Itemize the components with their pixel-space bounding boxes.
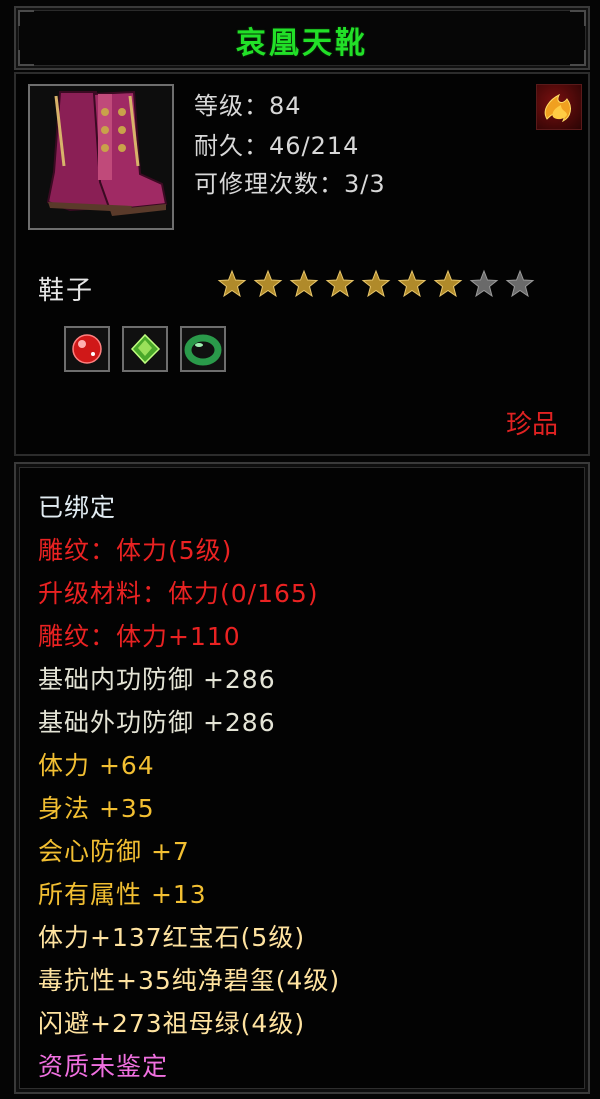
star-filled-icon	[325, 269, 355, 298]
stat-crit-defense: 会心防御 +7	[38, 837, 190, 866]
gem-bonus-tourmaline: 毒抗性+35纯净碧玺(4级)	[38, 966, 341, 995]
item-tooltip: 哀凰天靴 等级：84 耐久：46/214 可修理次数：3/3 鞋子 珍品 已绑定…	[0, 0, 600, 1099]
item-name: 哀凰天靴	[236, 26, 368, 61]
gem-slots	[64, 326, 226, 372]
star-empty-icon	[505, 269, 535, 298]
item-level: 等级：84	[194, 92, 302, 120]
star-rating	[216, 268, 536, 300]
engraving-line: 雕纹：体力(5级)	[38, 536, 233, 565]
base-inner-defense: 基础内功防御 +286	[38, 665, 276, 694]
jade-ring-icon[interactable]	[180, 326, 226, 372]
engraving-bonus: 雕纹：体力+110	[38, 622, 241, 651]
title-bar: 哀凰天靴	[14, 6, 590, 70]
green-gem-icon[interactable]	[122, 326, 168, 372]
star-filled-icon	[289, 269, 319, 298]
base-outer-defense: 基础外功防御 +286	[38, 708, 276, 737]
star-empty-icon	[469, 269, 499, 298]
gem-bonus-ruby: 体力+137红宝石(5级)	[38, 923, 306, 952]
stat-agility: 身法 +35	[38, 794, 155, 823]
star-filled-icon	[217, 269, 247, 298]
attributes-panel: 已绑定 雕纹：体力(5级) 升级材料：体力(0/165) 雕纹：体力+110 基…	[14, 462, 590, 1094]
bound-status: 已绑定	[38, 493, 117, 522]
star-filled-icon	[361, 269, 391, 298]
stat-stamina: 体力 +64	[38, 751, 155, 780]
item-type: 鞋子	[38, 276, 95, 306]
item-durability: 耐久：46/214	[194, 132, 360, 160]
stat-all-attributes: 所有属性 +13	[38, 880, 207, 909]
item-summary-panel: 等级：84 耐久：46/214 可修理次数：3/3 鞋子 珍品	[14, 72, 590, 456]
aptitude-status: 资质未鉴定	[38, 1052, 169, 1081]
star-filled-icon	[433, 269, 463, 298]
rarity-label: 珍品	[505, 410, 558, 440]
star-filled-icon	[397, 269, 427, 298]
star-filled-icon	[253, 269, 283, 298]
item-repair-count: 可修理次数：3/3	[194, 170, 386, 198]
fire-emblem-icon	[536, 84, 582, 130]
upgrade-material: 升级材料：体力(0/165)	[38, 579, 319, 608]
gem-bonus-emerald: 闪避+273祖母绿(4级)	[38, 1009, 306, 1038]
ruby-gem-icon[interactable]	[64, 326, 110, 372]
boots-icon	[28, 84, 174, 230]
